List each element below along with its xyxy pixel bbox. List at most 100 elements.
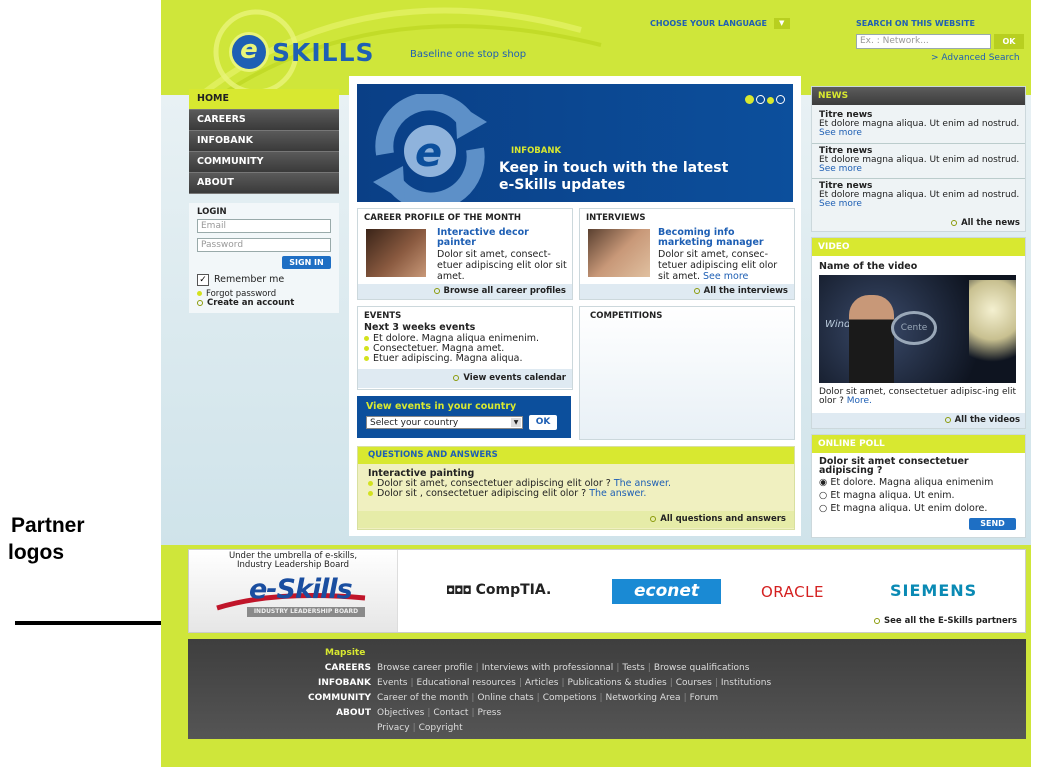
events-panel: EVENTS Next 3 weeks events Et dolore. Ma… (357, 306, 573, 390)
poll-option[interactable]: ○ Et magna aliqua. Ut enim. (819, 489, 993, 502)
email-field[interactable]: Email (197, 219, 331, 233)
carousel-dots[interactable] (743, 89, 785, 108)
speaker-figure (849, 295, 894, 383)
events-title: EVENTS (364, 311, 402, 321)
remember-label: Remember me (214, 274, 285, 285)
interview-link[interactable]: Becoming info marketing manager (658, 228, 764, 248)
qa-footer-link[interactable]: All questions and answers (358, 511, 794, 528)
career-footer-link[interactable]: Browse all career profiles (358, 284, 572, 299)
carousel-dot-2[interactable] (756, 95, 765, 104)
career-photo[interactable] (366, 229, 426, 277)
hero-kicker: INFOBANK (511, 146, 562, 156)
play-icon[interactable]: Cente (891, 311, 937, 345)
video-caption: Dolor sit amet, consectetuer adipisc-ing… (819, 387, 1017, 406)
oracle-logo[interactable]: ORACLE (761, 583, 824, 601)
events-list: Et dolore. Magna aliqua enimenim. Consec… (364, 334, 539, 364)
login-panel: LOGIN Email Password SIGN IN ✓ Remember … (189, 203, 339, 313)
qa-list: Dolor sit amet, consectetuer adipiscing … (368, 479, 671, 499)
carousel-dot-3[interactable] (767, 97, 774, 104)
interviews-footer-link[interactable]: All the interviews (580, 284, 794, 299)
divider (812, 178, 1025, 179)
divider (812, 143, 1025, 144)
password-field[interactable]: Password (197, 238, 331, 252)
career-title: CAREER PROFILE OF THE MONTH (364, 213, 522, 223)
flowers (969, 280, 1016, 380)
nav-infobank[interactable]: INFOBANK (189, 131, 339, 152)
search-button[interactable]: OK (994, 34, 1024, 49)
nav-about[interactable]: ABOUT (189, 173, 339, 194)
list-item[interactable]: Dolor sit , consectetuer adipiscing elit… (368, 489, 671, 499)
all-videos-link[interactable]: All the videos (812, 413, 1025, 428)
logo-text: SKILLS (272, 38, 375, 67)
search-input[interactable]: Ex. : Network... (856, 34, 991, 49)
radio-selected-icon[interactable]: ◉ (819, 477, 827, 488)
footer-row: INFOBANK Events | Educational resources | Art… (317, 678, 772, 688)
poll-title: ONLINE POLL (812, 435, 1025, 453)
events-subtitle: Next 3 weeks events (364, 322, 476, 333)
news-item[interactable]: Titre news Et dolore magna aliqua. Ut eni… (819, 182, 1025, 209)
partners-panel: Under the umbrella of e-skills, Industry … (188, 549, 1026, 633)
nav-home[interactable]: HOME (189, 89, 339, 110)
list-item[interactable]: Etuer adipiscing. Magna aliqua. (364, 354, 539, 364)
create-account-link[interactable]: Create an account (197, 298, 294, 309)
video-player[interactable]: Windo Cente (819, 275, 1016, 383)
career-text: Dolor sit amet, consect-etuer adipiscing… (437, 249, 567, 282)
tagline: Baseline one stop shop (410, 49, 527, 60)
interview-photo[interactable] (588, 229, 650, 277)
country-panel: View events in your country Select your … (357, 396, 571, 438)
svg-text:e: e (415, 130, 442, 176)
nav-community[interactable]: COMMUNITY (189, 152, 339, 173)
site-footer: Mapsite CAREERS Browse career profile | Int… (188, 639, 1026, 739)
qa-panel: QUESTIONS AND ANSWERS Interactive painti… (357, 446, 795, 530)
radio-icon[interactable]: ○ (819, 503, 827, 514)
interview-text: Dolor sit amet, consec-tetuer adipiscing… (658, 249, 778, 282)
login-title: LOGIN (197, 207, 227, 217)
all-news-link[interactable]: All the news (951, 218, 1020, 229)
news-item[interactable]: Titre news Et dolore magna aliqua. Ut eni… (819, 111, 1025, 138)
eskills-logo[interactable]: e-Skills INDUSTRY LEADERSHIP BOARD (215, 572, 375, 618)
website-frame: e SKILLS Baseline one stop shop CHOOSE Y… (161, 0, 1031, 767)
advanced-search-link[interactable]: > Advanced Search (931, 53, 1020, 63)
send-button[interactable]: SEND (969, 518, 1016, 530)
poll-option[interactable]: ◉ Et dolore. Magna aliqua enimenim (819, 476, 993, 489)
remember-checkbox[interactable]: ✓ (197, 274, 209, 286)
interviews-panel: INTERVIEWS Becoming info marketing manage… (579, 208, 795, 300)
poll-options: ◉ Et dolore. Magna aliqua enimenim ○ Et … (819, 476, 993, 515)
country-select[interactable]: Select your country ▼ (366, 416, 523, 429)
hero-banner[interactable]: e INFOBANK Keep in touch with the latest… (357, 84, 793, 202)
comptia-logo[interactable]: ◘◘◘ CompTIA. (446, 582, 551, 598)
siemens-logo[interactable]: SIEMENS (890, 581, 977, 600)
video-panel: VIDEO Name of the video Windo Cente Dolo… (811, 237, 1026, 429)
site-logo[interactable]: e (229, 32, 269, 72)
carousel-dot-4[interactable] (776, 95, 785, 104)
nav-careers[interactable]: CAREERS (189, 110, 339, 131)
poll-question: Dolor sit amet consectetuer adipiscing ? (819, 456, 969, 476)
footer-links: CAREERS Browse career profile | Interviews … (188, 661, 771, 736)
carousel-dot-1[interactable] (745, 95, 754, 104)
video-name: Name of the video (819, 261, 918, 272)
radio-icon[interactable]: ○ (819, 490, 827, 501)
econet-logo[interactable]: econet (612, 579, 721, 604)
country-ok-button[interactable]: OK (529, 415, 557, 430)
news-panel: NEWS Titre news Et dolore magna aliqua. U… (811, 86, 1026, 232)
career-profile-panel: CAREER PROFILE OF THE MONTH Interactive … (357, 208, 573, 300)
news-item[interactable]: Titre news Et dolore magna aliqua. Ut eni… (819, 147, 1025, 174)
mapsite-title: Mapsite (325, 648, 366, 658)
competitions-panel: COMPETITIONS (579, 306, 795, 440)
sign-in-button[interactable]: SIGN IN (282, 256, 331, 269)
poll-option[interactable]: ○ Et magna aliqua. Ut enim dolore. (819, 502, 993, 515)
events-calendar-link[interactable]: View events calendar (358, 369, 572, 388)
hero-headline: Keep in touch with the latest e-Skills u… (499, 160, 729, 193)
all-partners-link[interactable]: See all the E-Skills partners (874, 616, 1017, 627)
footer-row: Privacy | Copyright (377, 723, 463, 733)
language-selector[interactable]: CHOOSE YOUR LANGUAGE ▼ (650, 18, 790, 29)
umbrella-text: Under the umbrella of e-skills, Industry … (228, 551, 358, 570)
annotation-label: Partner logos (8, 514, 85, 564)
footer-row: COMMUNITY Career of the month | Online chat… (307, 693, 719, 703)
search-label: SEARCH ON THIS WEBSITE (856, 19, 975, 28)
career-link[interactable]: Interactive decor painter (437, 228, 529, 248)
interview-see-more[interactable]: See more (703, 271, 748, 282)
chevron-down-icon: ▼ (773, 18, 790, 29)
refresh-icon: e (373, 94, 487, 202)
comptia-mark-icon: ◘◘◘ (446, 584, 472, 597)
